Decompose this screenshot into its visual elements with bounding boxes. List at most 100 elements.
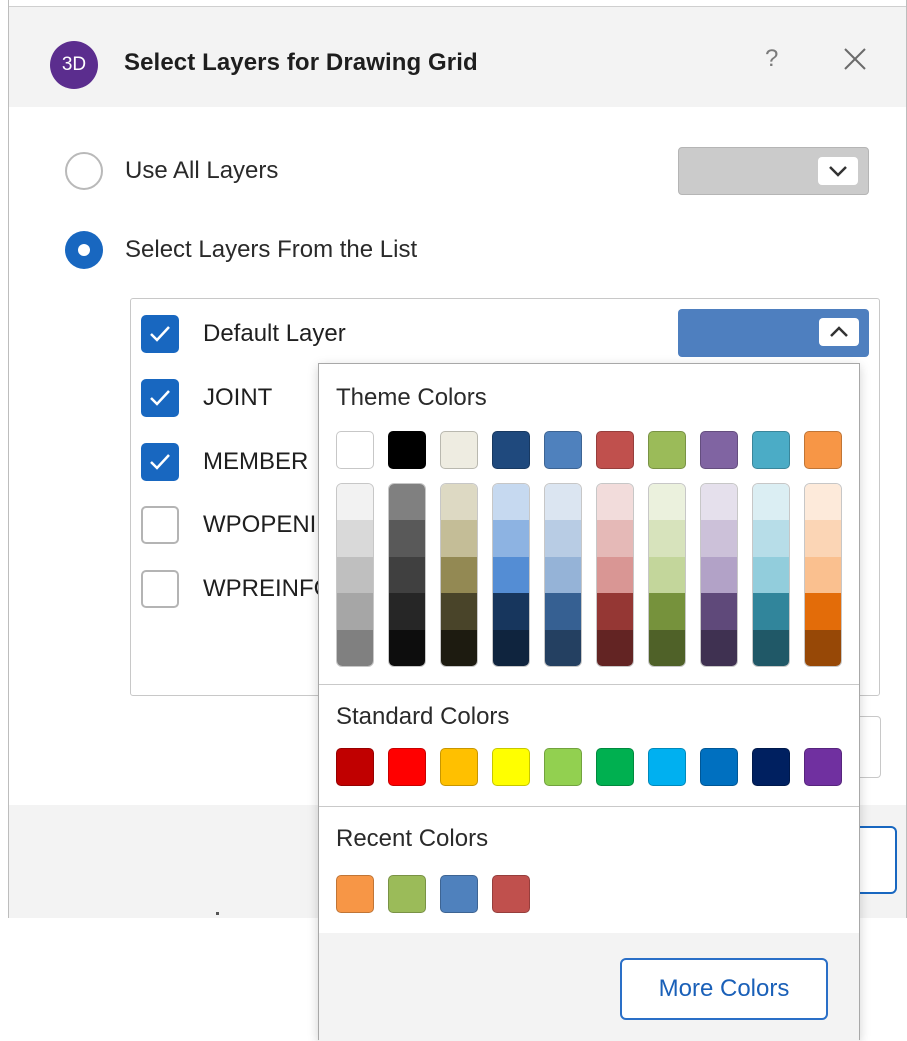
standard-color-swatch[interactable] xyxy=(336,748,374,786)
use-all-color-dropdown[interactable] xyxy=(678,147,869,195)
theme-shade-swatch[interactable] xyxy=(337,484,373,521)
theme-shade-swatch[interactable] xyxy=(389,484,425,521)
theme-shade-swatch[interactable] xyxy=(597,520,633,557)
theme-shade-swatch[interactable] xyxy=(701,629,737,666)
theme-shade-swatch[interactable] xyxy=(701,593,737,630)
theme-shade-swatch[interactable] xyxy=(649,520,685,557)
standard-color-swatch[interactable] xyxy=(596,748,634,786)
theme-shade-swatch[interactable] xyxy=(649,593,685,630)
theme-shade-swatch[interactable] xyxy=(701,556,737,594)
theme-shade-swatch[interactable] xyxy=(701,520,737,557)
theme-shade-swatch[interactable] xyxy=(753,520,789,557)
theme-colors-title: Theme Colors xyxy=(336,384,487,411)
standard-color-swatch[interactable] xyxy=(804,748,842,786)
select-from-list-radio[interactable] xyxy=(65,231,103,269)
standard-color-swatch[interactable] xyxy=(440,748,478,786)
theme-shade-swatch[interactable] xyxy=(753,593,789,630)
theme-shade-swatch[interactable] xyxy=(597,593,633,630)
use-all-layers-radio[interactable] xyxy=(65,152,103,190)
section-divider xyxy=(319,806,859,807)
theme-shade-swatch[interactable] xyxy=(389,593,425,630)
standard-colors-title: Standard Colors xyxy=(336,703,510,730)
theme-shade-swatch[interactable] xyxy=(805,593,841,630)
theme-shade-swatch[interactable] xyxy=(337,556,373,594)
theme-shade-swatch[interactable] xyxy=(701,484,737,521)
theme-shade-swatch[interactable] xyxy=(597,556,633,594)
standard-color-swatch[interactable] xyxy=(388,748,426,786)
theme-shade-swatch[interactable] xyxy=(649,629,685,666)
theme-shade-swatch[interactable] xyxy=(649,484,685,521)
layer-checkbox[interactable] xyxy=(141,570,179,608)
standard-color-swatch[interactable] xyxy=(752,748,790,786)
theme-shade-swatch[interactable] xyxy=(493,556,529,594)
theme-color-swatch[interactable] xyxy=(544,431,582,469)
theme-shade-swatch[interactable] xyxy=(337,629,373,666)
select-from-list-option[interactable]: Select Layers From the List xyxy=(65,229,417,271)
theme-shade-swatch[interactable] xyxy=(441,520,477,557)
standard-color-swatch[interactable] xyxy=(648,748,686,786)
theme-shade-swatch[interactable] xyxy=(597,629,633,666)
theme-shade-swatch[interactable] xyxy=(753,629,789,666)
theme-color-swatch[interactable] xyxy=(440,431,478,469)
theme-shade-swatch[interactable] xyxy=(545,629,581,666)
recent-color-swatch[interactable] xyxy=(492,875,530,913)
theme-shade-swatch[interactable] xyxy=(493,629,529,666)
theme-shade-swatch[interactable] xyxy=(545,593,581,630)
layer-checkbox[interactable] xyxy=(141,506,179,544)
more-colors-button[interactable]: More Colors xyxy=(620,958,828,1020)
layer-color-dropdown[interactable] xyxy=(678,309,869,357)
theme-shade-swatch[interactable] xyxy=(545,520,581,557)
theme-shade-swatch[interactable] xyxy=(337,520,373,557)
theme-shade-swatch[interactable] xyxy=(597,484,633,521)
theme-color-swatch[interactable] xyxy=(492,431,530,469)
standard-color-swatch[interactable] xyxy=(700,748,738,786)
theme-shade-swatch[interactable] xyxy=(441,556,477,594)
theme-shade-swatch[interactable] xyxy=(389,556,425,594)
theme-shade-column xyxy=(752,483,790,667)
theme-color-swatch[interactable] xyxy=(752,431,790,469)
theme-shade-swatch[interactable] xyxy=(389,629,425,666)
theme-shade-swatch[interactable] xyxy=(753,556,789,594)
layer-item[interactable]: WPREINFC xyxy=(141,569,331,609)
close-button[interactable] xyxy=(841,45,869,73)
theme-shade-swatch[interactable] xyxy=(753,484,789,521)
theme-color-swatch[interactable] xyxy=(596,431,634,469)
theme-shade-swatch[interactable] xyxy=(805,629,841,666)
theme-shade-swatch[interactable] xyxy=(441,629,477,666)
theme-shade-swatch[interactable] xyxy=(493,520,529,557)
layer-checkbox[interactable] xyxy=(141,379,179,417)
recent-color-swatch[interactable] xyxy=(336,875,374,913)
layer-checkbox[interactable] xyxy=(141,315,179,353)
theme-shade-swatch[interactable] xyxy=(805,556,841,594)
standard-color-swatch[interactable] xyxy=(492,748,530,786)
layer-item[interactable]: JOINT xyxy=(141,378,272,418)
theme-shade-swatch[interactable] xyxy=(493,484,529,521)
theme-shade-swatch[interactable] xyxy=(389,520,425,557)
ok-button-edge[interactable] xyxy=(859,826,897,894)
theme-shade-swatch[interactable] xyxy=(545,556,581,594)
use-all-layers-option[interactable]: Use All Layers xyxy=(65,150,278,192)
recent-color-swatch[interactable] xyxy=(440,875,478,913)
checkmark-icon xyxy=(150,454,170,470)
theme-shade-swatch[interactable] xyxy=(649,556,685,594)
theme-color-swatch[interactable] xyxy=(700,431,738,469)
theme-shade-swatch[interactable] xyxy=(805,520,841,557)
theme-shade-swatch[interactable] xyxy=(337,593,373,630)
theme-shade-swatch[interactable] xyxy=(805,484,841,521)
theme-color-swatch[interactable] xyxy=(388,431,426,469)
standard-color-swatch[interactable] xyxy=(544,748,582,786)
theme-shade-swatch[interactable] xyxy=(441,593,477,630)
layer-checkbox[interactable] xyxy=(141,443,179,481)
recent-color-swatch[interactable] xyxy=(388,875,426,913)
help-button[interactable]: ? xyxy=(765,45,778,73)
layer-item[interactable]: WPOPENI xyxy=(141,505,316,545)
theme-color-swatch[interactable] xyxy=(648,431,686,469)
theme-shade-swatch[interactable] xyxy=(441,484,477,521)
theme-color-swatch[interactable] xyxy=(336,431,374,469)
theme-color-swatch[interactable] xyxy=(804,431,842,469)
theme-shade-swatch[interactable] xyxy=(545,484,581,521)
select-from-list-label: Select Layers From the List xyxy=(125,236,418,263)
layer-item[interactable]: MEMBER xyxy=(141,442,308,482)
layer-item[interactable]: Default Layer xyxy=(141,314,346,354)
theme-shade-swatch[interactable] xyxy=(493,593,529,630)
